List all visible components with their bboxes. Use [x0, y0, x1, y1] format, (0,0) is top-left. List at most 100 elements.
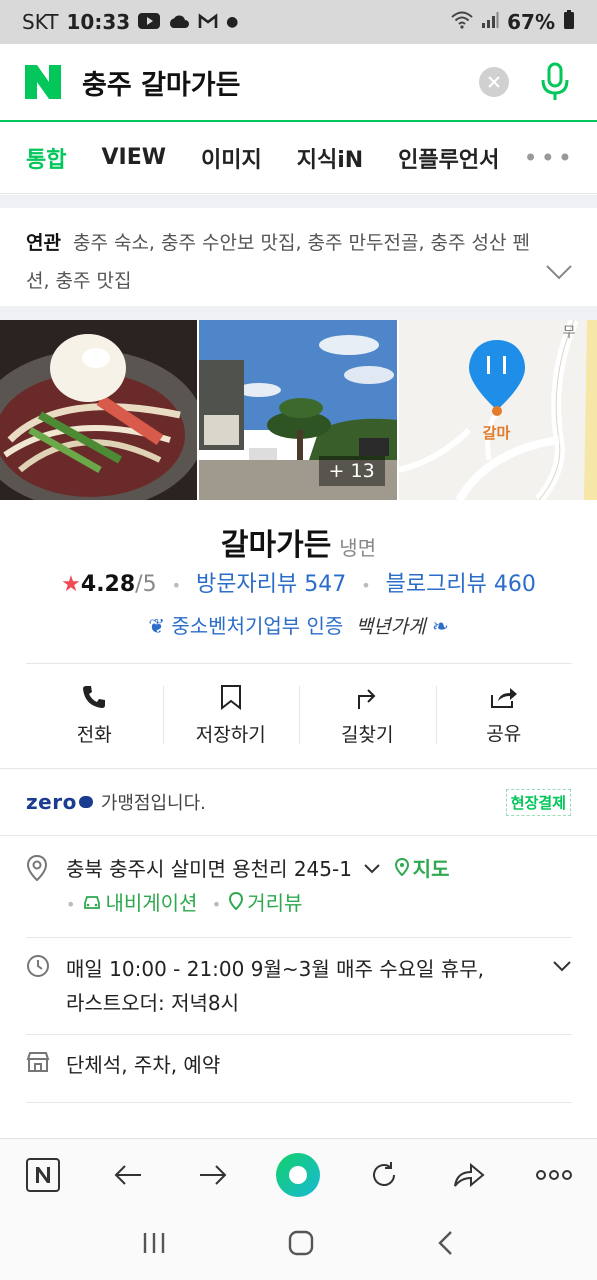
- home-icon: [289, 1230, 314, 1256]
- system-back-button[interactable]: [436, 1230, 456, 1260]
- tab-influencer[interactable]: 인플루언서: [398, 142, 499, 174]
- share-label: 공유: [486, 723, 522, 745]
- arrow-left-icon: [114, 1164, 141, 1185]
- time-label: 10:33: [66, 10, 131, 34]
- naver-logo[interactable]: [24, 63, 62, 101]
- navigation-link-label: 내비게이션: [105, 891, 198, 915]
- more-menu-button[interactable]: [529, 1150, 579, 1200]
- share-icon: [490, 688, 517, 708]
- related-keywords[interactable]: 충주 숙소, 충주 수안보 맛집, 충주 만두전골, 충주 성산 펜션, 충주 …: [26, 232, 530, 292]
- directions-button[interactable]: 길찾기: [299, 664, 436, 767]
- tab-image[interactable]: 이미지: [201, 142, 262, 174]
- status-bar: SKT 10:33 ● 67%: [0, 0, 597, 44]
- directions-label: 길찾기: [341, 724, 394, 746]
- battery-icon: [563, 9, 575, 35]
- address-text: 충북 충주시 살미면 용천리 245-1: [66, 857, 352, 881]
- home-button[interactable]: [288, 1230, 314, 1260]
- star-icon: ★: [61, 572, 81, 597]
- chevron-down-icon[interactable]: [364, 864, 381, 874]
- search-input[interactable]: 충주 갈마가든: [82, 63, 479, 102]
- exterior-photo[interactable]: + 13: [199, 320, 397, 500]
- map-road-label: 무: [562, 325, 576, 341]
- battery-percent: 67%: [507, 10, 555, 34]
- call-label: 전화: [76, 724, 112, 746]
- zeropay-row: zero 가맹점입니다. 현장결제: [0, 768, 597, 836]
- save-button[interactable]: 저장하기: [162, 664, 300, 767]
- row-divider: [26, 937, 572, 938]
- rating-value: 4.28: [80, 572, 136, 597]
- place-name[interactable]: 갈마가든: [221, 528, 331, 563]
- back-button[interactable]: [103, 1150, 153, 1200]
- certification-text: 중소벤처기업부 인증: [171, 614, 344, 638]
- separator-dot: •: [171, 576, 182, 595]
- blog-reviews-link[interactable]: 블로그리뷰 460: [386, 572, 536, 597]
- section-divider: [0, 306, 597, 320]
- forward-share-icon: [454, 1162, 485, 1187]
- carrier-label: SKT: [22, 10, 59, 34]
- chevron-down-icon[interactable]: [552, 960, 572, 972]
- tab-integrated[interactable]: 통합: [26, 142, 66, 174]
- clear-search-button[interactable]: [479, 67, 509, 97]
- call-button[interactable]: 전화: [26, 664, 163, 767]
- map-pin-icon: [229, 891, 244, 911]
- related-searches: 연관 충주 숙소, 충주 수안보 맛집, 충주 만두전골, 충주 성산 펜션, 충…: [0, 208, 597, 306]
- forward-button[interactable]: [188, 1150, 238, 1200]
- car-icon: [84, 896, 101, 909]
- certification-badge[interactable]: ❦ 중소벤처기업부 인증 백년가게 ❧: [0, 610, 597, 639]
- save-label: 저장하기: [195, 724, 266, 746]
- gmail-icon: [198, 10, 218, 34]
- search-header: 충주 갈마가든: [0, 44, 597, 122]
- onsite-payment-badge: 현장결제: [505, 788, 571, 816]
- recent-apps-button[interactable]: [141, 1231, 167, 1259]
- recent-apps-icon: [143, 1233, 165, 1253]
- address-row: 충북 충주시 살미면 용천리 245-1 지도 • 내비게이션 • 거리뷰: [26, 852, 572, 922]
- separator-dot: •: [66, 895, 76, 914]
- share-button[interactable]: 공유: [435, 664, 573, 767]
- amenities-row: 단체석, 주차, 예약: [26, 1048, 572, 1082]
- map-link-label: 지도: [412, 857, 450, 881]
- chevron-down-icon[interactable]: [545, 264, 573, 280]
- voice-search-button[interactable]: [537, 62, 573, 102]
- laurel-left-icon: ❦: [148, 614, 166, 638]
- wifi-icon: [451, 10, 473, 34]
- more-dots-icon: [536, 1169, 573, 1180]
- certification-script: 백년가게: [355, 616, 426, 638]
- tab-view[interactable]: VIEW: [101, 145, 166, 170]
- clock-icon: [26, 952, 52, 1020]
- rating-row: ★4.28/5 • 방문자리뷰 547 • 블로그리뷰 460: [0, 566, 597, 598]
- street-view-link-label: 거리뷰: [247, 891, 303, 915]
- green-dot-icon: [276, 1152, 321, 1197]
- related-label: 연관: [26, 232, 61, 254]
- street-view-link[interactable]: 거리뷰: [229, 891, 302, 915]
- youtube-icon: [138, 10, 161, 34]
- map-link[interactable]: 지도: [394, 857, 450, 881]
- amenities-text: 단체석, 주차, 예약: [66, 1053, 221, 1077]
- row-divider: [26, 1034, 572, 1035]
- rating-max: /5: [135, 572, 157, 597]
- hours-line1: 매일 10:00 - 21:00 9월~3월 매주 수요일 휴무,: [66, 957, 484, 981]
- system-nav-bar: [0, 1210, 597, 1280]
- store-icon: [26, 1048, 52, 1082]
- search-tabs: 통합 VIEW 이미지 지식iN 인플루언서 •••: [0, 122, 597, 194]
- photo-strip: + 13 갈마 무: [0, 320, 597, 500]
- naver-home-button[interactable]: [18, 1150, 68, 1200]
- green-dot-button[interactable]: [273, 1150, 323, 1200]
- navigation-link[interactable]: 내비게이션: [83, 891, 197, 915]
- phone-icon: [83, 686, 106, 708]
- tab-kin[interactable]: 지식iN: [297, 142, 363, 174]
- refresh-button[interactable]: [359, 1150, 409, 1200]
- photo-count-badge[interactable]: + 13: [318, 456, 385, 486]
- share-page-button[interactable]: [444, 1150, 494, 1200]
- zeropay-logo: zero: [26, 790, 77, 814]
- arrow-right-icon: [200, 1164, 227, 1185]
- tabs-more-button[interactable]: •••: [524, 144, 575, 172]
- food-photo[interactable]: [0, 320, 198, 500]
- chevron-left-icon: [438, 1231, 452, 1255]
- map-thumbnail[interactable]: 갈마 무: [398, 320, 597, 500]
- section-divider: [0, 195, 597, 208]
- hours-line2: 라스트오더: 저녁8시: [66, 991, 240, 1015]
- cloud-icon: [168, 10, 190, 34]
- naver-n-icon: [25, 1157, 60, 1192]
- hours-row[interactable]: 매일 10:00 - 21:00 9월~3월 매주 수요일 휴무, 라스트오더:…: [26, 952, 572, 1020]
- visitor-reviews-link[interactable]: 방문자리뷰 547: [196, 572, 346, 597]
